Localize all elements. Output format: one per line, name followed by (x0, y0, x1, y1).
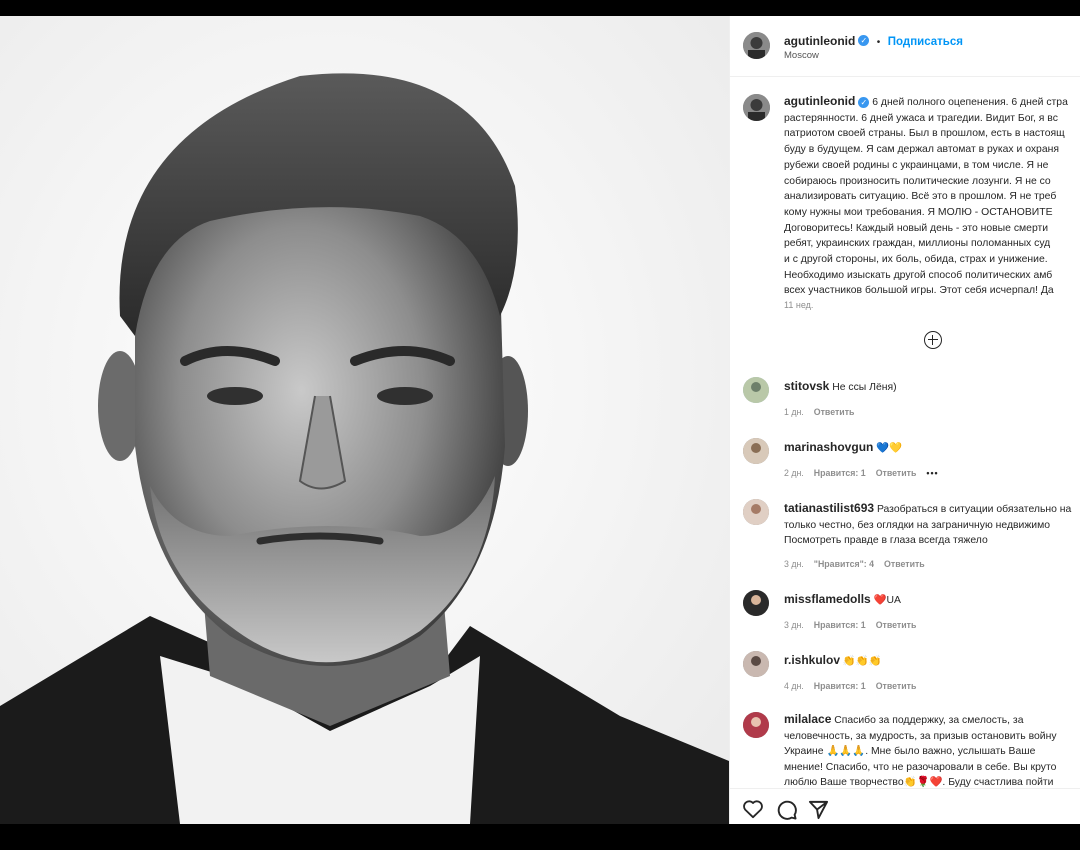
comment-username[interactable]: r.ishkulov (784, 653, 840, 667)
caption-line: и с другой стороны, их боль, обида, стра… (784, 254, 1048, 266)
comment-text: человечность, за мудрость, за призыв ост… (784, 730, 1057, 742)
comment-text: только честно, без оглядки на заграничну… (784, 519, 1051, 531)
comment-username[interactable]: stitovsk (784, 379, 829, 393)
caption-line: кому нужны мои требования. Я МОЛЮ - ОСТА… (784, 206, 1053, 218)
comment-likes[interactable]: Нравится: 1 (814, 620, 866, 630)
reply-button[interactable]: Ответить (814, 407, 855, 417)
post-location[interactable]: Moscow (784, 50, 819, 61)
comment-item: missflamedolls ❤️UA 3 дн. Нравится: 1 Отве… (730, 590, 1080, 640)
caption-line: Необходимо изыскать другой способ полити… (784, 269, 1053, 281)
comment-item: r.ishkulov 👏👏👏 4 дн. Нравится: 1 Ответить (730, 651, 1080, 701)
comment-text: Разобраться в ситуации обязательно на (876, 504, 1072, 515)
comment-text: 👏👏👏 (842, 656, 882, 667)
post-photo[interactable] (0, 16, 729, 824)
load-more-comments-icon[interactable] (924, 331, 942, 349)
comment-text: Спасибо за поддержку, за смелость, за (834, 715, 1024, 726)
comment-item: tatianastilist693 Разобраться в ситуации… (730, 499, 1080, 579)
caption-line: всех участников большой игры. Этот себя … (784, 285, 1054, 297)
comment-avatar[interactable] (743, 377, 769, 403)
comment-username[interactable]: tatianastilist693 (784, 501, 874, 515)
reply-button[interactable]: Ответить (876, 468, 917, 478)
caption-line: рубежи своей родины с украинцами, в том … (784, 159, 1049, 171)
comment-avatar[interactable] (743, 438, 769, 464)
comment-avatar[interactable] (743, 712, 769, 738)
comment-avatar[interactable] (743, 590, 769, 616)
verified-badge-icon: ✓ (858, 96, 870, 108)
caption-line: растерянности. 6 дней ужаса и трагедии. … (784, 112, 1058, 124)
comment-text: Посмотреть правде в глаза всегда тяжело (784, 535, 988, 546)
post-header: agutinleonid ✓ • Подписаться Moscow (730, 16, 1080, 77)
caption-line: ребят, украинских граждан, миллионы поло… (784, 238, 1051, 250)
portrait-image (0, 16, 729, 824)
share-icon[interactable] (808, 799, 829, 824)
verified-badge-icon: ✓ (858, 35, 870, 47)
comment-time[interactable]: 3 дн. (784, 559, 804, 569)
caption-line: анализировать ситуацию. Всё это в прошло… (784, 191, 1057, 203)
comment-icon[interactable] (776, 799, 797, 824)
comment-text: 💙💛 (876, 443, 903, 454)
comment-avatar[interactable] (743, 499, 769, 525)
caption-line: собираюсь произносить политические лозун… (784, 175, 1051, 187)
reply-button[interactable]: Ответить (884, 559, 925, 569)
comment-username[interactable]: missflamedolls (784, 592, 871, 606)
author-username[interactable]: agutinleonid (784, 34, 855, 48)
heart-icon[interactable] (742, 799, 764, 824)
reply-button[interactable]: Ответить (876, 681, 917, 691)
author-avatar[interactable] (743, 32, 770, 59)
comment-time[interactable]: 2 дн. (784, 468, 804, 478)
comment-likes[interactable]: Нравится: 1 (814, 468, 866, 478)
post-time[interactable]: 11 нед. (784, 300, 813, 310)
comment-text: Украине 🙏🙏🙏. Мне было важно, услышать Ва… (784, 746, 1036, 757)
post-caption: agutinleonid ✓ 6 дней полного оцепенения.… (784, 94, 1080, 299)
comment-username[interactable]: milalace (784, 712, 831, 726)
comment-username[interactable]: marinashovgun (784, 440, 873, 454)
caption-author-avatar[interactable] (743, 94, 770, 121)
comment-avatar[interactable] (743, 651, 769, 677)
caption-line: патриотом своей страны. Был в прошлом, е… (784, 128, 1065, 140)
comment-text: ❤️UA (873, 595, 901, 606)
comment-text: Не ссы Лёня) (832, 382, 897, 393)
comment-item: stitovsk Не ссы Лёня) 1 дн. Ответить (730, 377, 1080, 427)
comment-likes[interactable]: "Нравится": 4 (814, 559, 874, 569)
reply-button[interactable]: Ответить (876, 620, 917, 630)
caption-line: Договоритесь! Каждый новый день - это но… (784, 222, 1049, 234)
caption-line: буду в будущем. Я сам держал автомат в р… (784, 144, 1059, 156)
separator-dot: • (876, 37, 881, 48)
caption-username[interactable]: agutinleonid (784, 94, 855, 108)
comment-text: мнение! Спасибо, что не разочаровали в с… (784, 761, 1057, 773)
comment-time[interactable]: 4 дн. (784, 681, 804, 691)
comment-item: milalace Спасибо за поддержку, за смелос… (730, 712, 1080, 792)
comment-time[interactable]: 3 дн. (784, 620, 804, 630)
comment-time[interactable]: 1 дн. (784, 407, 804, 417)
follow-button[interactable]: Подписаться (888, 36, 963, 48)
post-side-panel: agutinleonid ✓ • Подписаться Moscow aguti… (729, 16, 1080, 824)
comment-likes[interactable]: Нравится: 1 (814, 681, 866, 691)
comment-item: marinashovgun 💙💛 2 дн. Нравится: 1 Ответит… (730, 438, 1080, 488)
post-actions-bar (730, 788, 1080, 824)
more-options-icon[interactable]: ••• (926, 468, 938, 478)
caption-line: 6 дней полного оцепенения. 6 дней стра (872, 97, 1068, 108)
